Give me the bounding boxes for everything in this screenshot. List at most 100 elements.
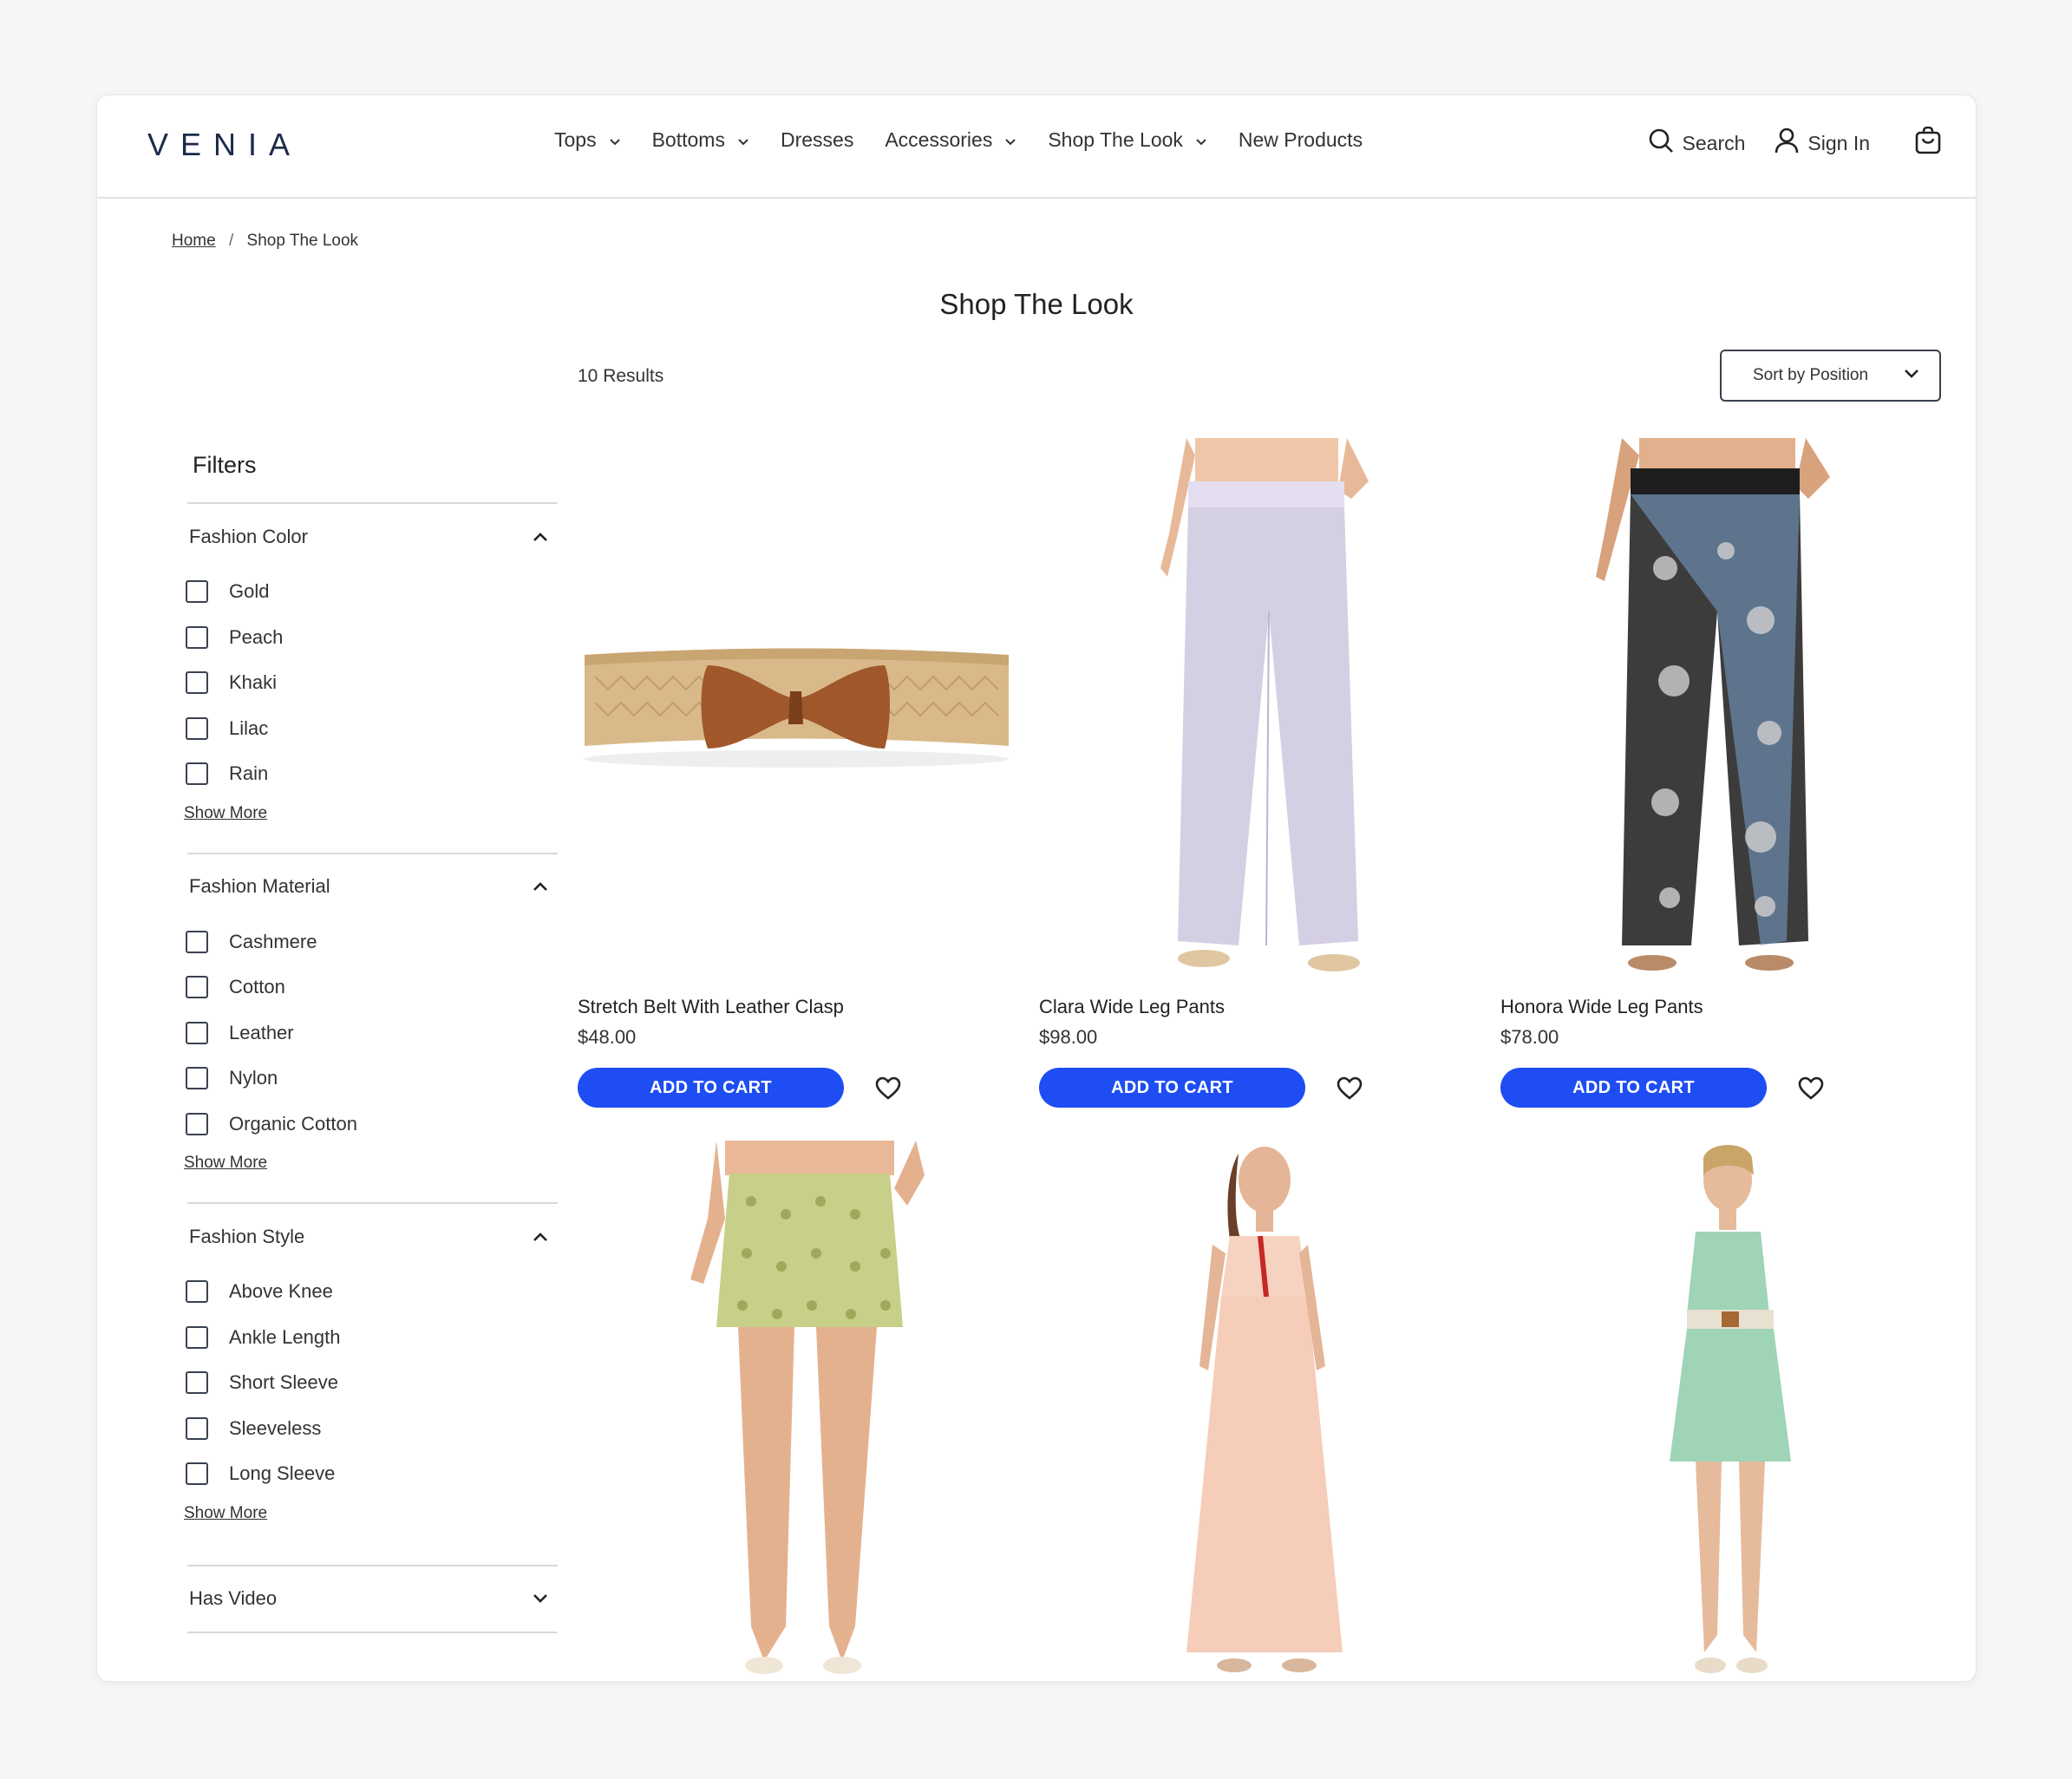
checkbox[interactable] xyxy=(186,580,208,604)
chevron-down-icon xyxy=(1195,128,1207,152)
sign-in-button[interactable]: Sign In xyxy=(1775,128,1870,159)
filter-option-organic-cotton[interactable]: Organic Cotton xyxy=(186,1102,558,1148)
filter-group-header[interactable]: Fashion Material xyxy=(187,854,558,919)
product-name[interactable]: Clara Wide Leg Pants xyxy=(1039,996,1225,1018)
user-icon xyxy=(1775,128,1807,159)
show-more-link[interactable]: Show More xyxy=(184,1154,267,1173)
filter-option-sleeveless[interactable]: Sleeveless xyxy=(186,1406,558,1452)
filter-option-ankle-length[interactable]: Ankle Length xyxy=(186,1315,558,1361)
option-label: Nylon xyxy=(229,1067,278,1089)
nav-new-products[interactable]: New Products xyxy=(1239,128,1363,152)
filter-option-cotton[interactable]: Cotton xyxy=(186,965,558,1010)
checkbox[interactable] xyxy=(186,762,208,786)
main-nav: Tops Bottoms Dresses Accessories Shop Th… xyxy=(554,128,1394,152)
option-label: Organic Cotton xyxy=(229,1112,357,1135)
chevron-down-icon xyxy=(609,128,621,152)
product-image-honora-pants[interactable] xyxy=(1500,438,1938,981)
nav-label: New Products xyxy=(1238,128,1363,151)
checkbox[interactable] xyxy=(186,716,208,740)
show-more-link[interactable]: Show More xyxy=(184,804,267,823)
nav-dresses[interactable]: Dresses xyxy=(781,128,853,152)
breadcrumb-home-link[interactable]: Home xyxy=(172,232,216,250)
product-image-mint-dress[interactable] xyxy=(1500,1141,1938,1681)
filter-option-lilac[interactable]: Lilac xyxy=(186,706,558,752)
product-image-clara-pants[interactable] xyxy=(1039,438,1477,981)
add-to-cart-button[interactable]: ADD TO CART xyxy=(1500,1068,1767,1108)
product-name[interactable]: Stretch Belt With Leather Clasp xyxy=(578,996,844,1018)
nav-accessories[interactable]: Accessories xyxy=(885,128,1016,152)
checkbox[interactable] xyxy=(186,625,208,649)
checkbox[interactable] xyxy=(186,1021,208,1044)
checkbox[interactable] xyxy=(186,671,208,695)
filter-group-header[interactable]: Fashion Style xyxy=(187,1204,558,1269)
filter-option-peach[interactable]: Peach xyxy=(186,615,558,661)
page-title: Shop The Look xyxy=(939,288,1134,320)
results-count: 10 Results xyxy=(578,366,664,386)
filters-sidebar: Filters Fashion Color Gold Peach Khaki L… xyxy=(184,452,558,1633)
filter-option-cashmere[interactable]: Cashmere xyxy=(186,919,558,965)
checkbox[interactable] xyxy=(186,1112,208,1135)
checkbox[interactable] xyxy=(186,1416,208,1440)
product-image-peach-dress[interactable] xyxy=(1039,1141,1477,1681)
heart-icon[interactable] xyxy=(1337,1076,1363,1105)
show-more-link[interactable]: Show More xyxy=(184,1504,267,1523)
nav-label: Shop The Look xyxy=(1048,128,1183,151)
breadcrumb-current: Shop The Look xyxy=(246,232,359,250)
checkbox[interactable] xyxy=(186,1462,208,1486)
nav-tops[interactable]: Tops xyxy=(554,128,621,152)
filter-group-header[interactable]: Fashion Color xyxy=(187,504,558,569)
option-label: Long Sleeve xyxy=(229,1462,336,1485)
option-label: Lilac xyxy=(229,716,269,739)
filter-option-short-sleeve[interactable]: Short Sleeve xyxy=(186,1360,558,1406)
option-label: Khaki xyxy=(229,671,278,694)
checkbox[interactable] xyxy=(186,1280,208,1304)
heart-icon[interactable] xyxy=(1798,1076,1824,1105)
cart-button[interactable] xyxy=(1915,126,1950,160)
shopping-bag-icon xyxy=(1915,126,1950,160)
filter-group-fashion-color: Fashion Color Gold Peach Khaki Lilac Rai… xyxy=(184,502,558,823)
filter-option-nylon[interactable]: Nylon xyxy=(186,1056,558,1102)
add-to-cart-button[interactable]: ADD TO CART xyxy=(1039,1068,1305,1108)
search-icon xyxy=(1648,128,1683,159)
product-image-skirt[interactable] xyxy=(578,1141,1016,1681)
breadcrumb-separator: / xyxy=(228,232,234,250)
filter-group-title: Fashion Material xyxy=(189,875,330,897)
filters-title: Filters xyxy=(193,452,257,478)
nav-shop-the-look[interactable]: Shop The Look xyxy=(1048,128,1207,152)
chevron-up-icon xyxy=(532,875,549,898)
nav-bottoms[interactable]: Bottoms xyxy=(652,128,749,152)
chevron-up-icon xyxy=(532,526,549,548)
filter-group-header[interactable]: Has Video xyxy=(187,1566,558,1632)
filter-option-rain[interactable]: Rain xyxy=(186,751,558,797)
filter-group-fashion-style: Fashion Style Above Knee Ankle Length Sh… xyxy=(184,1202,558,1523)
search-button[interactable]: Search xyxy=(1648,128,1745,159)
venia-logo[interactable]: VENIA xyxy=(147,127,302,163)
filter-option-above-knee[interactable]: Above Knee xyxy=(186,1269,558,1315)
filter-group-title: Has Video xyxy=(189,1587,278,1609)
chevron-down-icon xyxy=(1004,128,1016,152)
chevron-down-icon xyxy=(737,128,749,152)
nav-label: Tops xyxy=(554,128,597,151)
option-label: Rain xyxy=(229,762,269,785)
option-label: Cotton xyxy=(229,976,285,998)
filter-option-khaki[interactable]: Khaki xyxy=(186,660,558,706)
option-label: Above Knee xyxy=(229,1280,333,1303)
heart-icon[interactable] xyxy=(875,1076,901,1105)
filter-option-leather[interactable]: Leather xyxy=(186,1010,558,1056)
checkbox[interactable] xyxy=(186,976,208,999)
product-image-belt[interactable] xyxy=(578,438,1016,981)
product-name[interactable]: Honora Wide Leg Pants xyxy=(1500,996,1703,1018)
nav-label: Dresses xyxy=(780,128,854,151)
checkbox[interactable] xyxy=(186,1371,208,1395)
nav-label: Bottoms xyxy=(651,128,725,151)
checkbox[interactable] xyxy=(186,1067,208,1090)
sign-in-label: Sign In xyxy=(1807,131,1870,154)
add-to-cart-button[interactable]: ADD TO CART xyxy=(578,1068,844,1108)
checkbox[interactable] xyxy=(186,930,208,953)
filter-option-long-sleeve[interactable]: Long Sleeve xyxy=(186,1451,558,1497)
filter-option-gold[interactable]: Gold xyxy=(186,569,558,615)
option-label: Peach xyxy=(229,625,284,648)
sort-dropdown[interactable]: Sort by Position xyxy=(1720,350,1941,402)
checkbox[interactable] xyxy=(186,1325,208,1349)
filter-group-title: Fashion Style xyxy=(189,1225,305,1247)
